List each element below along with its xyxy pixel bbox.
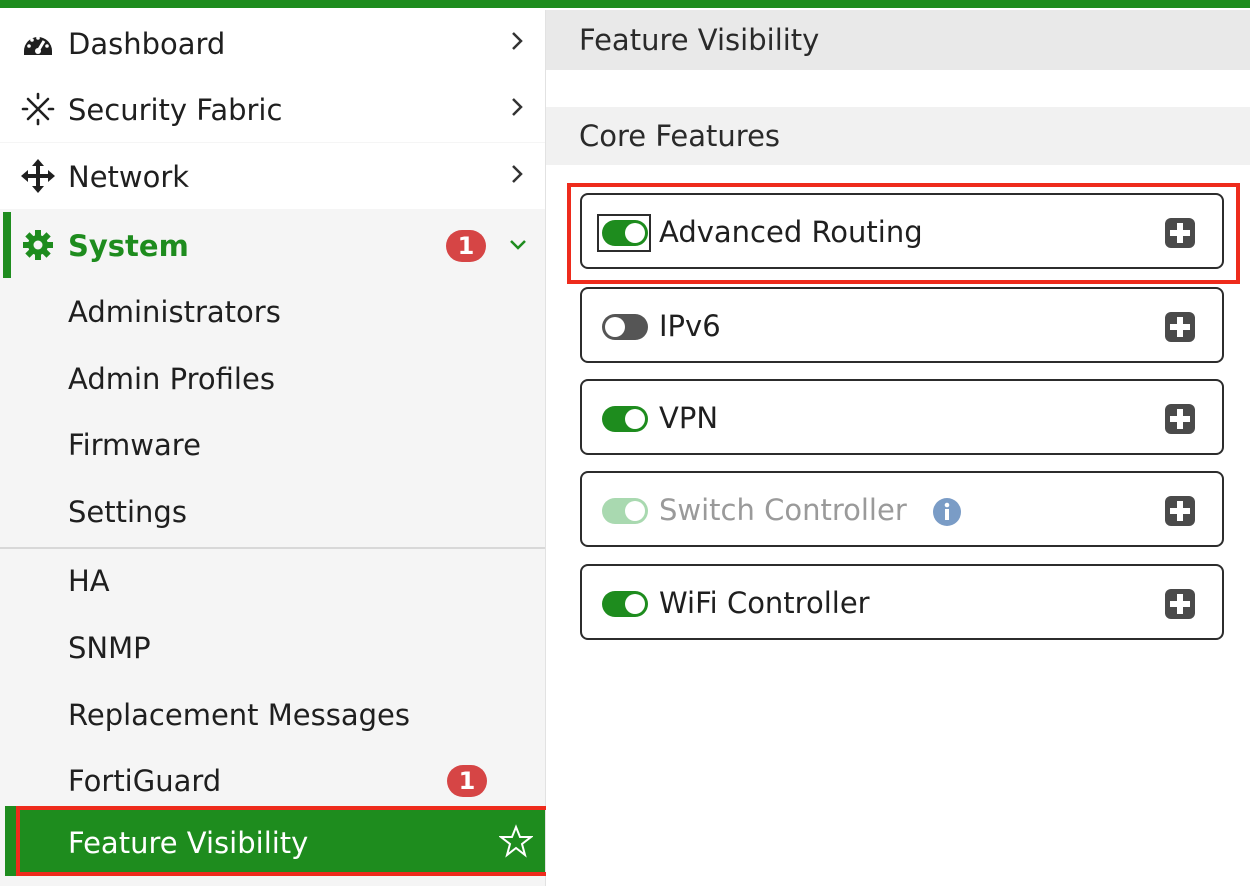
sidebar-subitem-label: Administrators — [68, 295, 281, 329]
toggle-knob — [625, 409, 645, 429]
accent-line — [0, 0, 1250, 8]
notification-badge: 1 — [446, 230, 486, 262]
chevron-right-icon — [505, 158, 529, 190]
sidebar-subitem-fortiguard[interactable]: FortiGuard 1 — [0, 747, 545, 814]
toggle-knob — [605, 317, 625, 337]
sidebar-item-label: Dashboard — [68, 27, 226, 61]
expand-plus-icon[interactable] — [1164, 311, 1196, 343]
sidebar-item-label: Security Fabric — [68, 93, 283, 127]
sidebar-subitem-label: Admin Profiles — [68, 362, 275, 396]
feature-row-wifi-controller: WiFi Controller — [580, 564, 1224, 640]
sidebar-subitem-settings[interactable]: Settings — [0, 478, 545, 545]
feature-row-ipv6: IPv6 — [580, 287, 1224, 363]
sidebar-subitem-admin-profiles[interactable]: Admin Profiles — [0, 345, 545, 412]
expand-plus-icon[interactable] — [1164, 495, 1196, 527]
chevron-right-icon — [505, 91, 529, 123]
main-content: Feature Visibility Core Features Advance… — [546, 10, 1250, 886]
top-accent-bar — [0, 0, 1250, 10]
sidebar-subitem-label: Settings — [68, 495, 187, 529]
gear-icon — [22, 229, 54, 261]
chevron-right-icon — [505, 25, 529, 57]
sidebar-subitem-administrators[interactable]: Administrators — [0, 278, 545, 345]
feature-toggle[interactable] — [602, 314, 648, 340]
feature-toggle[interactable] — [602, 406, 648, 432]
feature-label: IPv6 — [659, 309, 721, 343]
sidebar-subitem-label: Replacement Messages — [68, 698, 410, 732]
info-icon[interactable] — [932, 497, 962, 527]
active-indicator — [3, 212, 11, 278]
page-header: Feature Visibility — [546, 10, 1250, 70]
notification-badge: 1 — [447, 765, 487, 797]
sidebar-subitem-label: FortiGuard — [68, 764, 222, 798]
sidebar-subitem-label: Firmware — [68, 428, 201, 462]
expand-plus-icon[interactable] — [1164, 403, 1196, 435]
sidebar-item-network[interactable]: Network — [0, 143, 545, 209]
sidebar-nav: Dashboard Security Fabric Network System… — [0, 10, 546, 886]
sidebar-item-label: System — [68, 229, 189, 263]
sidebar-subitem-firmware[interactable]: Firmware — [0, 411, 545, 478]
highlight-box-feature-visibility — [16, 806, 550, 876]
toggle-knob — [625, 501, 645, 521]
sidebar-item-system[interactable]: System 1 — [0, 212, 545, 278]
network-icon — [21, 159, 55, 193]
sidebar-subitem-replacement-messages[interactable]: Replacement Messages — [0, 681, 545, 748]
toggle-knob — [625, 594, 645, 614]
sidebar-item-security-fabric[interactable]: Security Fabric — [0, 76, 545, 142]
highlight-box-advanced-routing — [567, 183, 1240, 284]
sidebar-subitem-ha[interactable]: HA — [0, 547, 545, 614]
dashboard-icon — [21, 26, 55, 60]
feature-label: WiFi Controller — [659, 586, 870, 620]
expand-plus-icon[interactable] — [1164, 588, 1196, 620]
page-title: Feature Visibility — [579, 23, 820, 57]
sidebar-subitem-label: HA — [68, 564, 110, 598]
feature-row-switch-controller: Switch Controller — [580, 471, 1224, 547]
feature-label: Switch Controller — [659, 493, 907, 527]
chevron-down-icon — [505, 232, 531, 258]
sidebar-item-label: Network — [68, 160, 190, 194]
section-header: Core Features — [546, 107, 1250, 165]
sidebar-item-dashboard[interactable]: Dashboard — [0, 10, 545, 76]
feature-label: VPN — [659, 401, 719, 435]
security-fabric-icon — [21, 92, 55, 126]
feature-toggle-disabled — [602, 498, 648, 524]
section-title: Core Features — [579, 119, 781, 153]
feature-toggle[interactable] — [602, 591, 648, 617]
feature-row-vpn: VPN — [580, 379, 1224, 455]
sidebar-subitem-label: SNMP — [68, 631, 151, 665]
sidebar-subitem-snmp[interactable]: SNMP — [0, 614, 545, 681]
